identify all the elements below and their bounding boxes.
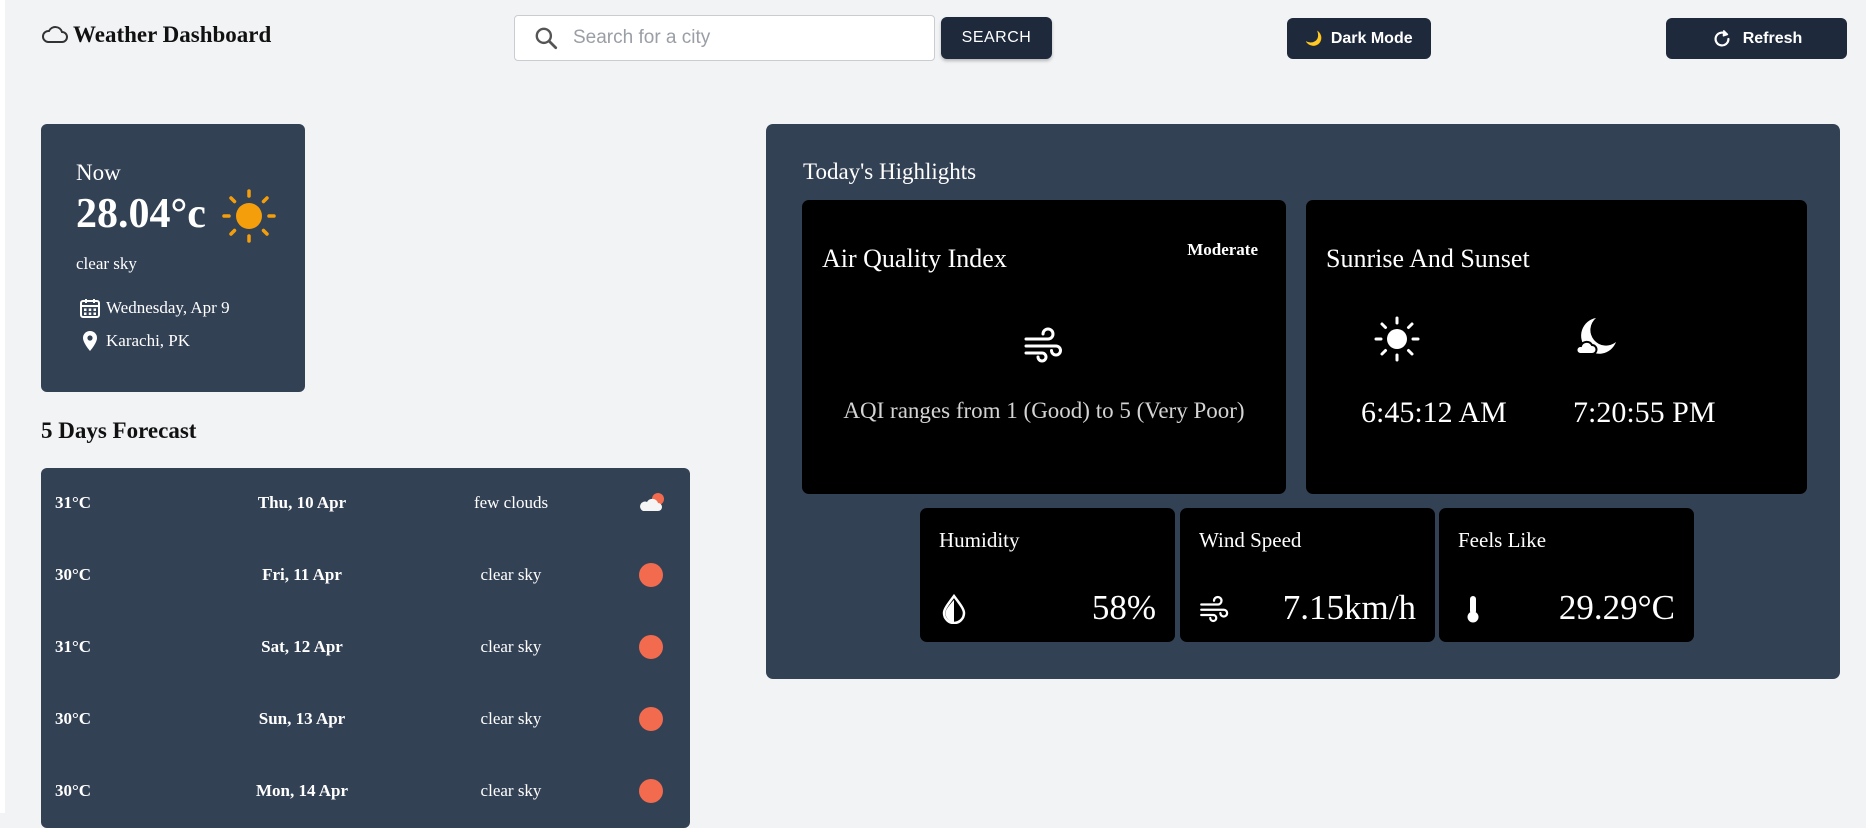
forecast-desc: clear sky [480, 565, 542, 584]
current-weather-card: Now 28.04°c clear sky Wednesday, Apr 9 K… [41, 124, 305, 392]
sun-dot-icon [639, 563, 663, 587]
aqi-note: AQI ranges from 1 (Good) to 5 (Very Poor… [843, 398, 1245, 423]
thermometer-icon [1467, 596, 1479, 623]
forecast-temp: 31°C [55, 637, 92, 656]
forecast-desc: clear sky [480, 637, 542, 656]
search-box[interactable] [514, 15, 935, 61]
forecast-day: Fri, 11 Apr [262, 565, 342, 584]
current-description: clear sky [76, 254, 137, 273]
highlights-section: Today's Highlights Air Quality Index Mod… [766, 124, 1840, 679]
sun-dot-icon [639, 635, 663, 659]
humidity-drop-icon [942, 594, 966, 624]
wind-speed-panel: Wind Speed 7.15km/h [1180, 508, 1435, 642]
forecast-title: 5 Days Forecast [41, 418, 197, 443]
forecast-row: 30°C Sun, 13 Apr clear sky [41, 699, 690, 739]
search-icon [535, 27, 558, 50]
forecast-day: Sun, 13 Apr [258, 709, 346, 728]
refresh-button[interactable]: Refresh [1666, 18, 1847, 59]
sun-dot-icon [639, 779, 663, 803]
forecast-day: Sat, 12 Apr [261, 637, 343, 656]
date-text: Wednesday, Apr 9 [106, 298, 230, 317]
forecast-day: Thu, 10 Apr [257, 493, 347, 512]
moon-cloud-icon [1575, 318, 1616, 355]
forecast-temp: 30°C [55, 565, 92, 584]
partly-cloudy-icon [640, 493, 664, 511]
forecast-day: Mon, 14 Apr [255, 781, 349, 800]
sunrise-time: 6:45:12 AM [1361, 396, 1507, 429]
refresh-icon [1714, 29, 1730, 46]
forecast-desc: clear sky [480, 709, 542, 728]
refresh-label: Refresh [1742, 29, 1803, 47]
cloud-icon [42, 26, 68, 43]
app-logo: Weather Dashboard [41, 22, 271, 48]
dark-mode-button[interactable]: 🌙 Dark Mode [1287, 18, 1431, 59]
humidity-panel: Humidity 58% [920, 508, 1175, 642]
highlights-title: Today's Highlights [803, 159, 977, 184]
aqi-title: Air Quality Index [822, 244, 1007, 273]
forecast-row: 31°C Sat, 12 Apr clear sky [41, 627, 690, 667]
calendar-icon [80, 299, 100, 318]
humidity-title: Humidity [939, 528, 1020, 552]
wind-icon [1200, 595, 1229, 623]
sun-title: Sunrise And Sunset [1326, 244, 1530, 273]
location-text: Karachi, PK [106, 331, 191, 350]
forecast-temp: 30°C [55, 709, 92, 728]
forecast-list: 31°C Thu, 10 Apr few clouds 30°C Fri, 11… [41, 468, 690, 828]
sun-icon [222, 189, 276, 243]
forecast-temp: 30°C [55, 781, 92, 800]
wind-speed-title: Wind Speed [1199, 528, 1302, 552]
feels-like-panel: Feels Like 29.29°C [1439, 508, 1694, 642]
dark-mode-label: Dark Mode [1330, 29, 1413, 47]
aqi-badge: Moderate [1187, 240, 1258, 259]
wind-icon [1024, 327, 1062, 363]
forecast-desc: few clouds [473, 493, 549, 512]
humidity-value: 58% [1091, 588, 1156, 627]
feels-like-title: Feels Like [1458, 528, 1547, 552]
location-pin-icon [83, 331, 97, 351]
left-strip [0, 0, 5, 813]
search-input[interactable] [571, 26, 915, 50]
sunset-time: 7:20:55 PM [1573, 396, 1716, 429]
current-date: Wednesday, Apr 9 [78, 296, 230, 320]
forecast-row: 31°C Thu, 10 Apr few clouds [41, 483, 690, 523]
feels-like-value: 29.29°C [1558, 588, 1675, 627]
now-label: Now [76, 160, 121, 185]
forecast-desc: clear sky [480, 781, 542, 800]
app-title: Weather Dashboard [73, 22, 272, 47]
sun-dot-icon [639, 707, 663, 731]
forecast-temp: 31°C [55, 493, 92, 512]
current-location: Karachi, PK [78, 329, 190, 353]
forecast-row: 30°C Fri, 11 Apr clear sky [41, 555, 690, 595]
aqi-panel: Air Quality Index Moderate AQI ranges fr… [802, 200, 1286, 494]
sunrise-icon [1374, 316, 1420, 362]
current-temperature: 28.04°c [76, 191, 206, 237]
moon-icon: 🌙 [1305, 30, 1323, 46]
sunrise-sunset-panel: Sunrise And Sunset 6:45:12 AM 7:20:55 PM [1306, 200, 1807, 494]
forecast-row: 30°C Mon, 14 Apr clear sky [41, 771, 690, 811]
search-button[interactable]: SEARCH [941, 17, 1052, 59]
wind-speed-value: 7.15km/h [1282, 588, 1416, 627]
